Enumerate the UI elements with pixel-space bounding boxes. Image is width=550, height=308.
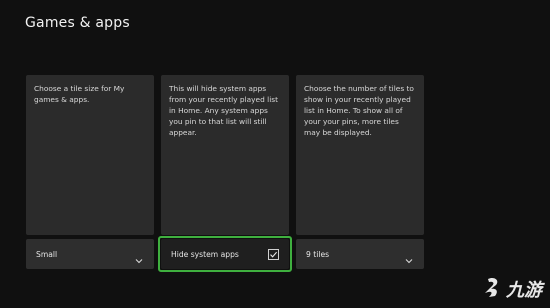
tile-count-value: 9 tiles xyxy=(306,249,330,259)
hide-system-apps-description-card: This will hide system apps from your rec… xyxy=(161,75,289,235)
tile-count-dropdown[interactable]: 9 tiles xyxy=(296,239,424,269)
page-title: Games & apps xyxy=(25,15,130,31)
nine-game-logo-icon xyxy=(483,276,503,302)
tile-size-dropdown[interactable]: Small xyxy=(26,239,154,269)
hide-system-apps-toggle[interactable]: Hide system apps xyxy=(161,239,289,269)
hide-system-apps-description: This will hide system apps from your rec… xyxy=(169,84,278,137)
tile-count-description-card: Choose the number of tiles to show in yo… xyxy=(296,75,424,235)
hide-system-apps-label: Hide system apps xyxy=(171,249,239,259)
chevron-down-icon xyxy=(404,250,414,264)
tile-size-description-card: Choose a tile size for My games & apps. xyxy=(26,75,154,235)
chevron-down-icon xyxy=(134,250,144,264)
tile-count-description: Choose the number of tiles to show in yo… xyxy=(304,84,414,137)
tile-size-description: Choose a tile size for My games & apps. xyxy=(34,84,125,104)
tile-size-value: Small xyxy=(36,249,58,259)
checkbox-checked-icon[interactable] xyxy=(268,248,279,260)
watermark-text: 九游 xyxy=(506,280,542,301)
watermark: 九游 xyxy=(483,276,542,302)
